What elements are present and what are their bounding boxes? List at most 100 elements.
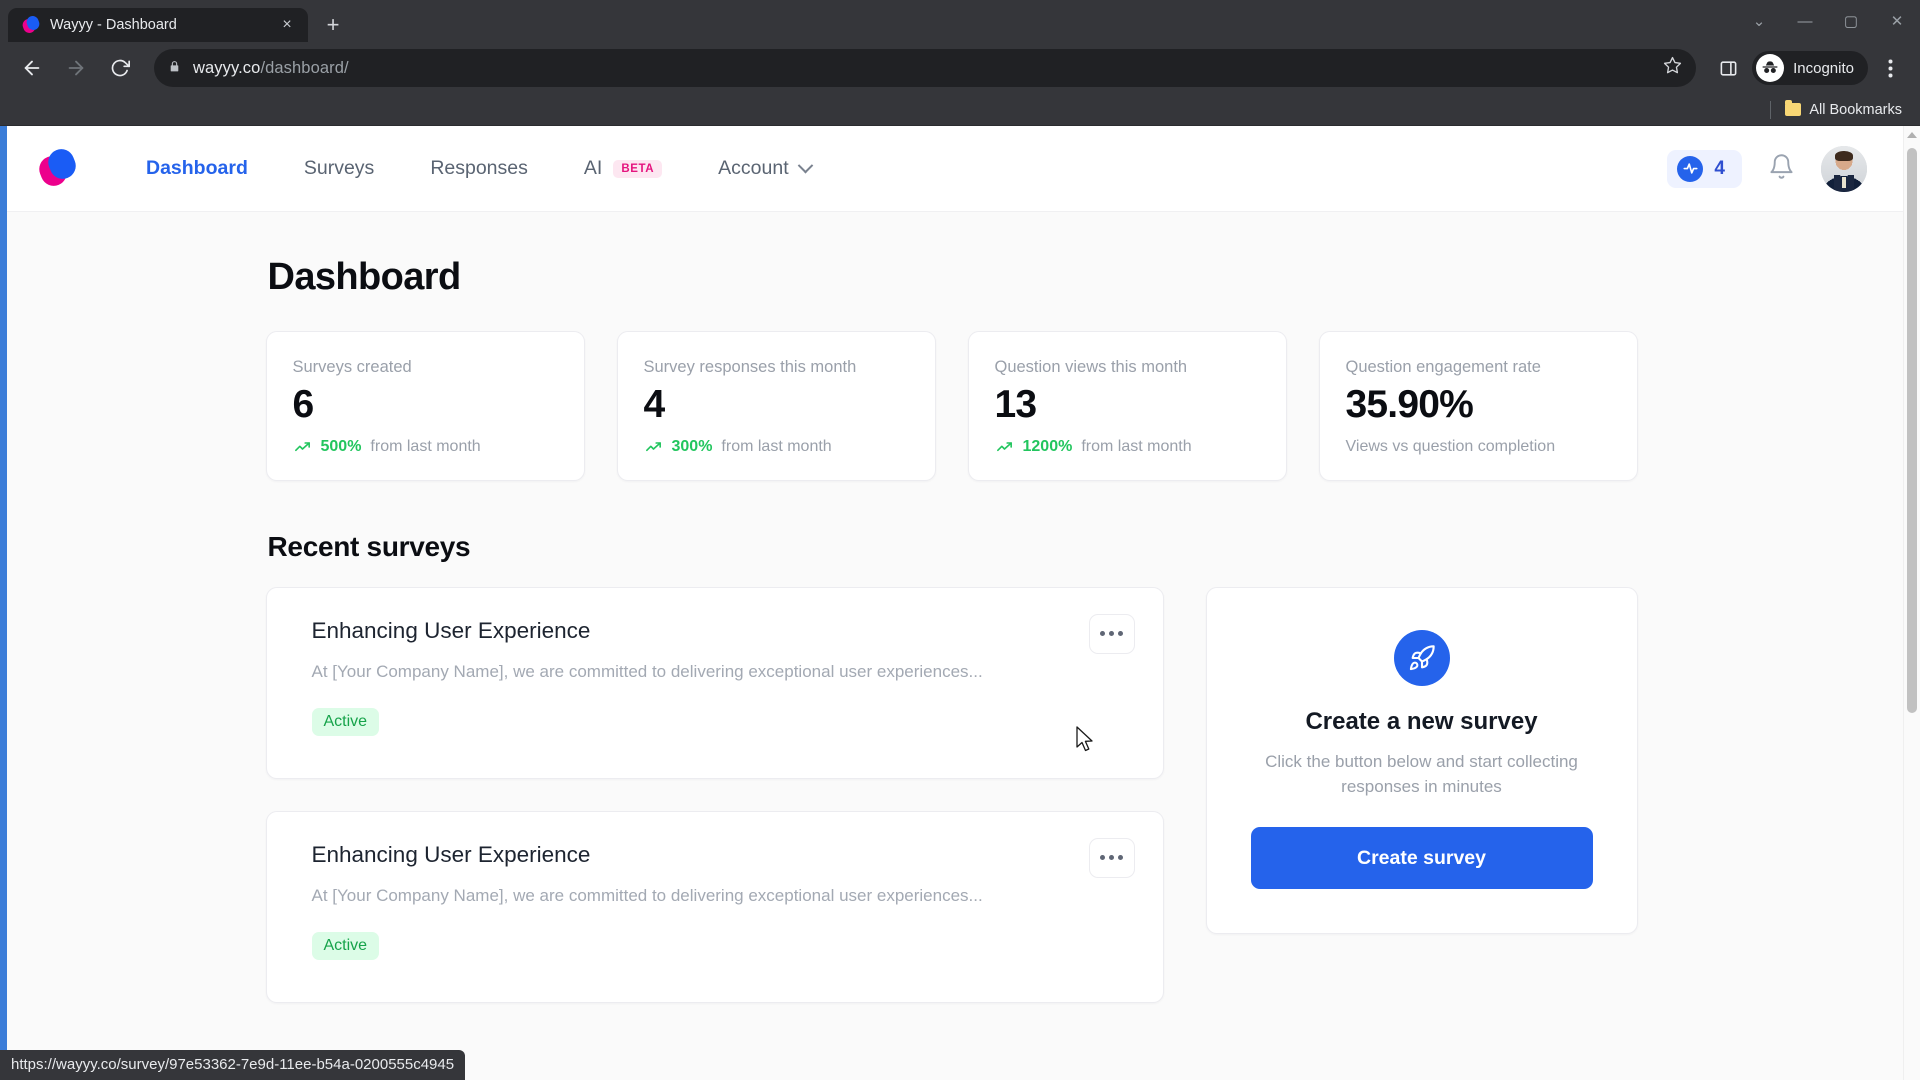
wayyy-logo-icon <box>22 16 40 34</box>
reload-icon[interactable] <box>100 48 140 88</box>
nav-item-dashboard[interactable]: Dashboard <box>118 157 276 180</box>
survey-title: Enhancing User Experience <box>312 842 1131 868</box>
close-window-icon[interactable]: ✕ <box>1874 0 1920 42</box>
create-panel-subtitle: Click the button below and start collect… <box>1251 749 1593 799</box>
tab-strip: Wayyy - Dashboard × + ⌄ — ▢ ✕ <box>0 0 1920 42</box>
stat-change-suffix: from last month <box>370 438 480 456</box>
tab-title: Wayyy - Dashboard <box>50 17 266 33</box>
nav-item-ai[interactable]: AI BETA <box>556 157 690 180</box>
survey-card[interactable]: Enhancing User Experience At [Your Compa… <box>266 811 1164 1003</box>
window-controls: ⌄ — ▢ ✕ <box>1736 0 1920 42</box>
nav-item-responses[interactable]: Responses <box>402 157 556 180</box>
stat-footer: 1200% from last month <box>995 438 1260 456</box>
user-avatar[interactable] <box>1821 146 1867 192</box>
incognito-icon <box>1756 54 1784 82</box>
new-tab-button[interactable]: + <box>316 8 350 42</box>
nav-label-account: Account <box>718 157 788 180</box>
url-text: wayyy.co/dashboard/ <box>193 59 349 78</box>
app-navbar: Dashboard Surveys Responses AI BETA Acco… <box>0 126 1903 212</box>
survey-description: At [Your Company Name], we are committed… <box>312 662 1131 682</box>
credits-badge[interactable]: 4 <box>1667 150 1742 188</box>
activity-pulse-icon <box>1677 156 1703 182</box>
rocket-icon <box>1394 630 1450 686</box>
stat-change: 1200% <box>1023 438 1073 456</box>
bell-icon[interactable] <box>1768 153 1795 185</box>
app-nav-links: Dashboard Surveys Responses AI BETA Acco… <box>118 157 839 180</box>
stat-card-question-views: Question views this month 13 1200% from … <box>968 331 1287 481</box>
close-tab-icon[interactable]: × <box>276 14 298 36</box>
beta-badge: BETA <box>613 160 662 178</box>
nav-label-responses: Responses <box>430 157 528 180</box>
stat-cards: Surveys created 6 500% from last month <box>266 331 1638 481</box>
dashboard-content: Dashboard Surveys created 6 500% fr <box>0 212 1903 1080</box>
nav-label-surveys: Surveys <box>304 157 374 180</box>
nav-label-dashboard: Dashboard <box>146 157 248 180</box>
status-bar-url: https://wayyy.co/survey/97e53362-7e9d-11… <box>0 1050 465 1080</box>
stat-change: 300% <box>672 438 713 456</box>
back-arrow-icon[interactable] <box>12 48 52 88</box>
page-viewport: Dashboard Surveys Responses AI BETA Acco… <box>0 126 1920 1080</box>
stat-footer: Views vs question completion <box>1346 438 1611 456</box>
maximize-icon[interactable]: ▢ <box>1828 0 1874 42</box>
stat-footer: 300% from last month <box>644 438 909 456</box>
star-icon[interactable] <box>1663 56 1682 80</box>
stat-value: 4 <box>644 383 909 428</box>
minimize-icon[interactable]: — <box>1782 0 1828 42</box>
stat-label: Survey responses this month <box>644 358 909 377</box>
trend-up-icon <box>644 439 663 455</box>
side-panel-icon[interactable] <box>1710 50 1746 86</box>
recent-surveys-list: Enhancing User Experience At [Your Compa… <box>266 587 1164 1003</box>
collapse-icon[interactable]: ⌄ <box>1736 0 1782 42</box>
folder-icon <box>1785 103 1801 116</box>
all-bookmarks-button[interactable]: All Bookmarks <box>1781 102 1906 118</box>
focus-indicator-strip <box>0 212 7 1080</box>
stat-change: 500% <box>321 438 362 456</box>
web-page: Dashboard Surveys Responses AI BETA Acco… <box>0 126 1903 1080</box>
stat-value: 6 <box>293 383 558 428</box>
nav-label-ai: AI <box>584 157 602 180</box>
trend-up-icon <box>995 439 1014 455</box>
create-survey-button[interactable]: Create survey <box>1251 827 1593 889</box>
page-scrollbar[interactable] <box>1903 126 1920 1080</box>
credits-count: 4 <box>1714 158 1725 180</box>
mouse-cursor <box>1076 726 1096 759</box>
survey-card[interactable]: Enhancing User Experience At [Your Compa… <box>266 587 1164 779</box>
stat-card-engagement-rate: Question engagement rate 35.90% Views vs… <box>1319 331 1638 481</box>
bookmarks-divider <box>1770 101 1771 119</box>
browser-toolbar: wayyy.co/dashboard/ Incognito <box>0 42 1920 94</box>
all-bookmarks-label: All Bookmarks <box>1809 102 1902 118</box>
nav-item-account[interactable]: Account <box>690 157 838 180</box>
stat-value: 13 <box>995 383 1260 428</box>
page-title: Dashboard <box>268 256 1638 299</box>
bookmarks-bar: All Bookmarks <box>0 94 1920 126</box>
stat-footer: 500% from last month <box>293 438 558 456</box>
survey-title: Enhancing User Experience <box>312 618 1131 644</box>
url-path: /dashboard/ <box>260 59 348 77</box>
stat-card-surveys-created: Surveys created 6 500% from last month <box>266 331 585 481</box>
app-nav-right: 4 <box>1667 146 1867 192</box>
nav-item-surveys[interactable]: Surveys <box>276 157 402 180</box>
stat-change-suffix: from last month <box>721 438 831 456</box>
survey-description: At [Your Company Name], we are committed… <box>312 886 1131 906</box>
scrollbar-thumb[interactable] <box>1907 148 1917 713</box>
forward-arrow-icon[interactable] <box>56 48 96 88</box>
kebab-menu-icon[interactable] <box>1089 838 1135 878</box>
stat-change-suffix: from last month <box>1081 438 1191 456</box>
stat-value: 35.90% <box>1346 383 1611 428</box>
address-bar[interactable]: wayyy.co/dashboard/ <box>154 49 1696 87</box>
chevron-down-icon <box>797 158 813 174</box>
create-survey-panel: Create a new survey Click the button bel… <box>1206 587 1638 934</box>
browser-window: Wayyy - Dashboard × + ⌄ — ▢ ✕ wayyy.co/d… <box>0 0 1920 1080</box>
incognito-indicator[interactable]: Incognito <box>1752 51 1868 85</box>
stat-label: Surveys created <box>293 358 558 377</box>
stat-label: Question views this month <box>995 358 1260 377</box>
status-badge: Active <box>312 932 380 960</box>
wayyy-logo[interactable] <box>40 148 80 190</box>
lock-icon <box>168 59 181 77</box>
three-dot-menu-icon[interactable] <box>1872 50 1908 86</box>
status-badge: Active <box>312 708 380 736</box>
scroll-up-arrow-icon[interactable] <box>1904 126 1920 143</box>
lower-section: Enhancing User Experience At [Your Compa… <box>266 587 1638 1003</box>
kebab-menu-icon[interactable] <box>1089 614 1135 654</box>
browser-tab[interactable]: Wayyy - Dashboard × <box>8 8 308 42</box>
